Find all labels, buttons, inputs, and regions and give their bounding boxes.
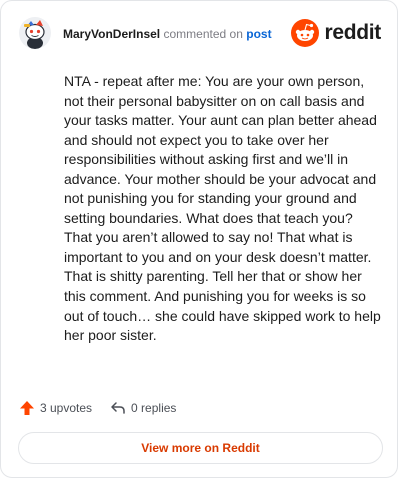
replies-stat[interactable]: 0 replies xyxy=(110,400,176,416)
reddit-wordmark: reddit xyxy=(324,21,381,44)
author-username[interactable]: MaryVonDerInsel xyxy=(63,27,160,41)
reddit-brand[interactable]: reddit xyxy=(291,18,381,48)
reddit-logo-icon xyxy=(291,19,320,47)
post-link[interactable]: post xyxy=(246,27,271,41)
comment-meta: MaryVonDerInsel commented on post xyxy=(63,26,272,42)
comment-header: MaryVonDerInsel commented on post reddit xyxy=(19,17,381,51)
upvotes-count: 3 upvotes xyxy=(40,401,93,415)
replies-count: 0 replies xyxy=(131,401,177,415)
snoo-avatar-icon xyxy=(19,17,51,49)
comment-footer: 3 upvotes 0 replies xyxy=(19,397,176,419)
reply-arrow-icon xyxy=(111,402,125,414)
comment-body: NTA - repeat after me: You are your own … xyxy=(64,73,381,344)
action-text: commented on xyxy=(163,27,243,41)
avatar[interactable] xyxy=(19,17,51,49)
view-more-button[interactable]: View more on Reddit xyxy=(18,432,383,464)
upvote-arrow-icon xyxy=(20,401,34,415)
reddit-comment-embed-card: MaryVonDerInsel commented on post reddit… xyxy=(0,0,398,478)
upvotes-stat[interactable]: 3 upvotes xyxy=(19,400,92,416)
